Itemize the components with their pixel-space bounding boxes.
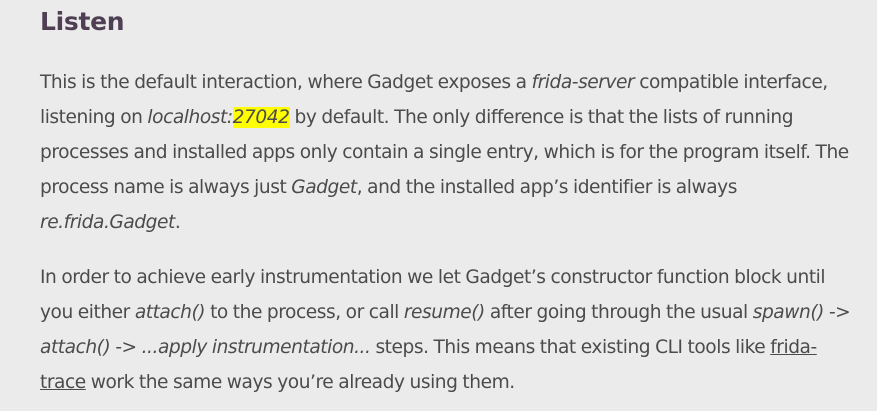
text-segment: to the process, or call [205,302,404,323]
code-gadget: Gadget [291,177,357,198]
text-segment: This is the default interaction, where G… [40,72,532,93]
paragraph-listen-intro: This is the default interaction, where G… [40,65,860,240]
code-frida-server: frida-server [531,72,635,93]
text-segment: after going through the usual [484,302,753,323]
highlighted-port: 27042 [232,107,290,128]
paragraph-early-instrumentation: In order to achieve early instrumentatio… [40,260,860,400]
code-localhost: localhost:27042 [147,107,290,128]
text-segment: . [174,212,181,233]
section-heading: Listen [40,7,125,36]
code-host: localhost: [147,107,233,128]
text-segment: steps. This means that existing CLI tool… [370,337,771,358]
text-segment: work the same ways you’re already using … [85,372,515,393]
code-resume: resume() [403,302,485,323]
code-identifier: re.frida.Gadget [40,212,175,233]
text-segment: , and the installed app’s identifier is … [356,177,738,198]
code-attach: attach() [134,302,206,323]
